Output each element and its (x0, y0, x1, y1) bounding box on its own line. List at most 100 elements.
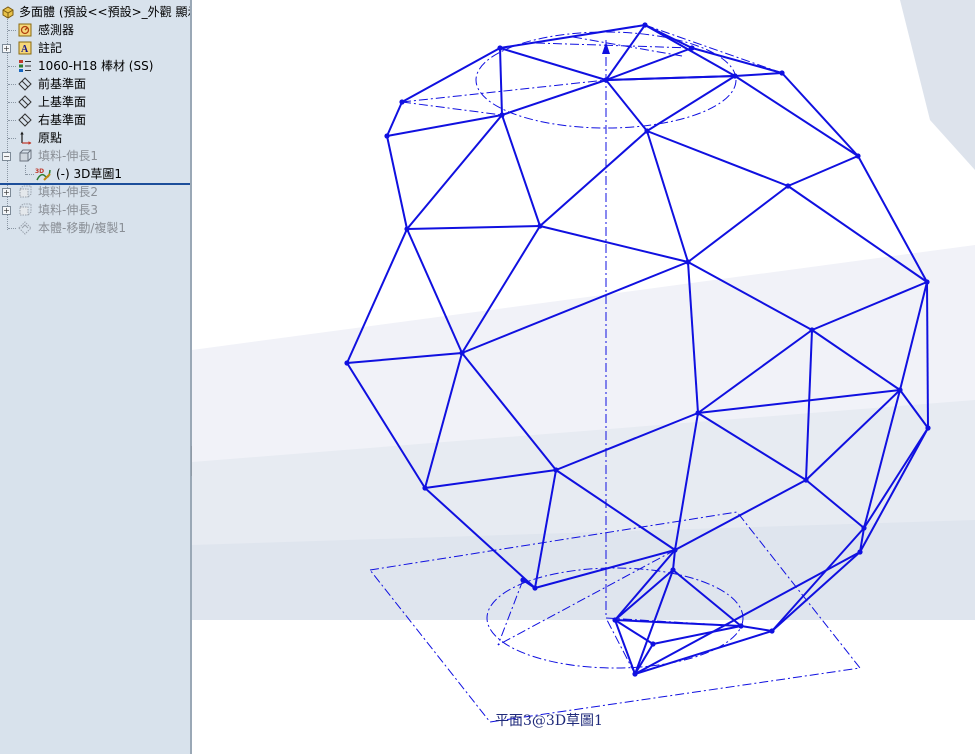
tree-item-extrude-2[interactable]: + 填料-伸長2 (0, 183, 190, 201)
extrude-icon (19, 203, 32, 216)
sketch-point[interactable] (650, 641, 656, 647)
sketch-point[interactable] (785, 183, 791, 189)
sketch-edge[interactable] (605, 79, 648, 132)
sketch-point[interactable] (695, 410, 701, 416)
construction-line[interactable] (401, 101, 503, 116)
graphics-area[interactable]: 平面3@3D草圖1 (192, 0, 975, 754)
plane-label[interactable]: 平面3@3D草圖1 (495, 710, 603, 730)
sketch-edge[interactable] (926, 281, 929, 429)
sketch-point[interactable] (499, 112, 505, 118)
material-icon (19, 60, 31, 72)
collapse-icon[interactable]: − (2, 152, 11, 161)
tree-item-label: (-) 3D草圖1 (56, 167, 123, 181)
tree-item-part[interactable]: 多面體 (預設<<預設>_外觀 顯示 (0, 3, 190, 21)
tree-item-sensors[interactable]: 感測器 (0, 21, 190, 39)
sketch-edge[interactable] (734, 72, 783, 77)
3d-sketch-viewport[interactable] (192, 0, 975, 754)
tree-item-extrude-3[interactable]: + 填料-伸長3 (0, 201, 190, 219)
svg-text:A: A (21, 44, 29, 55)
construction-line[interactable] (644, 24, 783, 74)
tree-item-label: 填料-伸長2 (38, 185, 98, 199)
sketch-point[interactable] (612, 617, 618, 623)
sketch-point[interactable] (924, 279, 930, 285)
sketch-point[interactable] (803, 477, 809, 483)
sketch-point[interactable] (422, 485, 428, 491)
background-band (900, 0, 975, 170)
tree-item-material[interactable]: 1060-H18 棒材 (SS) (0, 57, 190, 75)
tree-item-top-plane[interactable]: 上基準面 (0, 93, 190, 111)
sketch-edge[interactable] (499, 47, 607, 81)
sketch-point[interactable] (404, 226, 410, 232)
sketch-point[interactable] (672, 547, 678, 553)
expand-icon[interactable]: + (2, 188, 11, 197)
sketch-point[interactable] (553, 467, 559, 473)
sketch-point[interactable] (399, 99, 405, 105)
sketch-point[interactable] (732, 73, 738, 79)
sketch-edge[interactable] (644, 24, 736, 77)
sketch-edge[interactable] (386, 135, 408, 230)
tree-item-right-plane[interactable]: 右基準面 (0, 111, 190, 129)
sketch-edge[interactable] (646, 130, 689, 263)
sketch-edge[interactable] (401, 47, 501, 103)
tree-item-3d-sketch[interactable]: 3D (-) 3D草圖1 (0, 165, 190, 183)
sketch-point[interactable] (344, 360, 350, 366)
sketch-edge[interactable] (787, 155, 859, 187)
sketch-point[interactable] (632, 671, 638, 677)
tree-item-label: 填料-伸長1 (38, 149, 98, 163)
tree-item-origin[interactable]: 原點 (0, 129, 190, 147)
sketch-point[interactable] (497, 45, 503, 51)
construction-line[interactable] (572, 36, 683, 57)
sketch-edge[interactable] (605, 75, 736, 81)
sketch-point[interactable] (384, 133, 390, 139)
sketch-edge[interactable] (646, 130, 789, 187)
sketch-edge[interactable] (646, 75, 736, 132)
part-icon (2, 6, 14, 19)
sketch-edge[interactable] (501, 114, 541, 227)
move-copy-icon (18, 221, 32, 235)
sketch-point[interactable] (738, 623, 744, 629)
sketch-point[interactable] (809, 327, 815, 333)
sketch-edge[interactable] (406, 114, 503, 230)
sketch-point[interactable] (459, 350, 465, 356)
sketch-point[interactable] (689, 45, 695, 51)
axis-arrow-icon (602, 42, 610, 54)
sketch-point[interactable] (779, 70, 785, 76)
tree-item-front-plane[interactable]: 前基準面 (0, 75, 190, 93)
sketch-edge[interactable] (406, 225, 541, 230)
sketch-point[interactable] (857, 549, 863, 555)
sketch-point[interactable] (532, 585, 538, 591)
tree-item-extrude-1[interactable]: − 填料-伸長1 (0, 147, 190, 165)
sketch-point[interactable] (861, 525, 867, 531)
tree-item-move-copy[interactable]: 本體-移動/複製1 (0, 219, 190, 237)
plane-icon (18, 95, 32, 109)
sketch-edge[interactable] (386, 101, 403, 137)
sketch-edge[interactable] (499, 47, 503, 116)
sketch-edge[interactable] (605, 47, 693, 81)
sketch-point[interactable] (769, 628, 775, 634)
sketch-point[interactable] (855, 153, 861, 159)
sketch-edge[interactable] (386, 114, 503, 137)
tree-item-label: 上基準面 (38, 95, 87, 109)
sketch-edge[interactable] (501, 79, 607, 116)
tree-item-annotations[interactable]: + A 註記 (0, 39, 190, 57)
sketch-point[interactable] (537, 223, 543, 229)
sketch-edge[interactable] (691, 47, 783, 74)
sketch-point[interactable] (897, 387, 903, 393)
sketch-point[interactable] (685, 259, 691, 265)
sketch-point[interactable] (520, 577, 526, 583)
sketch-point[interactable] (603, 77, 609, 83)
sketch-point[interactable] (644, 128, 650, 134)
feature-manager-tree: 多面體 (預設<<預設>_外觀 顯示 感測器 + A 註記 1060-H18 棒… (0, 0, 190, 754)
tree-item-label: 本體-移動/複製1 (38, 221, 127, 235)
3d-sketch-icon: 3D (35, 168, 51, 181)
expand-icon[interactable]: + (2, 44, 11, 53)
part-name: 多面體 (預設<<預設>_外觀 顯示 (19, 5, 190, 19)
expand-icon[interactable]: + (2, 206, 11, 215)
sketch-edge[interactable] (539, 130, 648, 227)
sketch-edge[interactable] (687, 185, 789, 263)
sketch-point[interactable] (642, 22, 648, 28)
sketch-edge[interactable] (539, 225, 689, 263)
sketch-point[interactable] (670, 567, 676, 573)
tree-item-label: 感測器 (38, 23, 75, 37)
sketch-point[interactable] (925, 425, 931, 431)
